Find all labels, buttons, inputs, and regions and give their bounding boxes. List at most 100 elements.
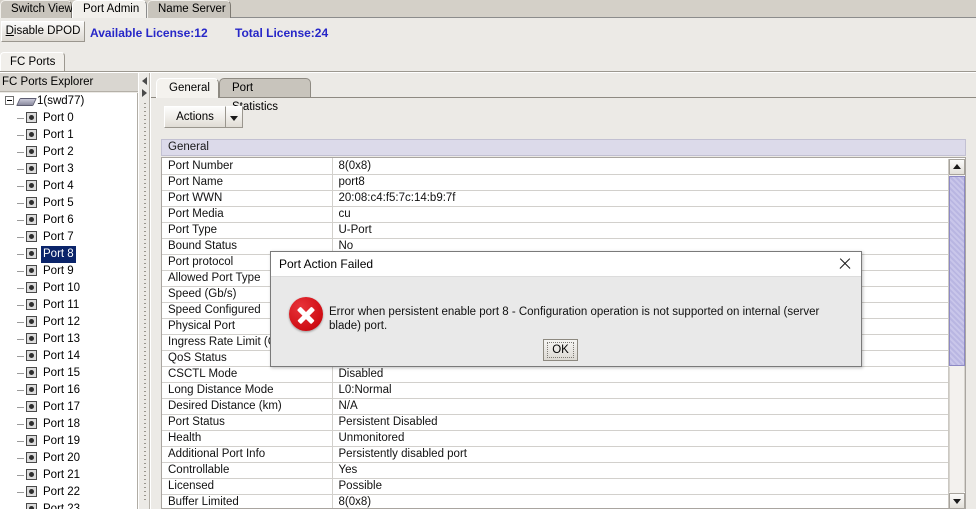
tree-item-label: Port 17: [43, 401, 81, 413]
table-row[interactable]: Port Number 8(0x8): [162, 158, 965, 175]
tree-item-port[interactable]: Port 15: [0, 365, 137, 382]
tree-item-port[interactable]: Port 13: [0, 331, 137, 348]
tab-switch-view[interactable]: Switch View: [0, 0, 73, 18]
tree-item-port[interactable]: Port 17: [0, 399, 137, 416]
port-action-failed-dialog: Port Action Failed Error when persistent…: [270, 251, 862, 367]
scrollbar-track[interactable]: [949, 367, 965, 492]
tab-general-label: General: [169, 82, 210, 94]
tab-name-server[interactable]: Name Server: [147, 0, 231, 18]
table-row[interactable]: Port Name port8: [162, 174, 965, 191]
tree-elbow: [17, 271, 24, 272]
tree-item-port[interactable]: Port 8: [0, 246, 137, 263]
table-row[interactable]: Health Unmonitored: [162, 430, 965, 447]
tree-item-label: Port 3: [43, 163, 74, 175]
scroll-down-arrow-icon[interactable]: [949, 493, 965, 508]
close-icon[interactable]: [837, 256, 853, 272]
actions-dropdown-chevron-down-icon[interactable]: [226, 106, 243, 128]
property-key: Port WWN: [162, 190, 333, 207]
disable-dpod-button[interactable]: Disable DPOD: [1, 21, 85, 42]
tree-item-port[interactable]: Port 0: [0, 110, 137, 127]
collapse-expander-icon[interactable]: [5, 96, 14, 106]
switch-icon: [18, 96, 34, 106]
property-key: Port Name: [162, 174, 333, 191]
total-license-label: Total License:24: [235, 26, 329, 40]
tree-elbow: [17, 237, 24, 238]
property-value: Unmonitored: [332, 430, 965, 447]
tree-item-port[interactable]: Port 21: [0, 467, 137, 484]
property-key: Buffer Limited: [162, 494, 333, 508]
property-value: Persistently disabled port: [332, 446, 965, 463]
pane-splitter[interactable]: [138, 73, 150, 509]
actions-button[interactable]: Actions: [164, 106, 226, 128]
tree-item-port[interactable]: Port 7: [0, 229, 137, 246]
tab-name-server-label: Name Server: [158, 3, 226, 15]
tree-root-node[interactable]: 1(swd77): [0, 93, 137, 110]
tree-item-port[interactable]: Port 9: [0, 263, 137, 280]
tree-item-port[interactable]: Port 10: [0, 280, 137, 297]
tree-item-port[interactable]: Port 12: [0, 314, 137, 331]
expand-right-arrow-icon[interactable]: [142, 89, 147, 97]
scrollbar-thumb[interactable]: [949, 176, 965, 366]
tree-item-port[interactable]: Port 20: [0, 450, 137, 467]
table-row[interactable]: Controllable Yes: [162, 462, 965, 479]
ok-button[interactable]: OK: [543, 339, 578, 361]
port-tree[interactable]: 1(swd77) Port 0 Port 1 Port 2 Port 3 Port 4P…: [0, 93, 138, 509]
property-value: cu: [332, 206, 965, 223]
general-section-label: General: [168, 141, 209, 153]
tree-elbow: [17, 441, 24, 442]
tree-item-port[interactable]: Port 6: [0, 212, 137, 229]
port-icon: [26, 367, 37, 379]
table-row[interactable]: Licensed Possible: [162, 478, 965, 495]
table-row[interactable]: Port Media cu: [162, 206, 965, 223]
tree-item-label: Port 16: [43, 384, 81, 396]
port-icon: [26, 316, 37, 328]
tab-general[interactable]: General: [156, 78, 219, 98]
collapse-left-arrow-icon[interactable]: [142, 77, 147, 85]
tab-fc-ports[interactable]: FC Ports: [0, 52, 66, 72]
explorer-header: FC Ports Explorer: [0, 73, 138, 92]
port-tree-items: Port 0 Port 1 Port 2 Port 3 Port 4 Port 5 Port…: [0, 110, 137, 509]
tree-item-port[interactable]: Port 23: [0, 501, 137, 509]
tree-item-label: Port 19: [43, 435, 81, 447]
tree-item-port[interactable]: Port 14: [0, 348, 137, 365]
tree-item-port[interactable]: Port 4: [0, 178, 137, 195]
tree-item-port[interactable]: Port 11: [0, 297, 137, 314]
scroll-up-arrow-icon[interactable]: [949, 159, 965, 175]
table-row[interactable]: Additional Port Info Persistently disable…: [162, 446, 965, 463]
table-vertical-scrollbar[interactable]: [948, 159, 965, 508]
dialog-title: Port Action Failed: [279, 257, 374, 271]
port-icon: [26, 248, 37, 260]
tab-port-statistics[interactable]: Port Statistics: [219, 78, 311, 113]
property-value: U-Port: [332, 222, 965, 239]
property-value: Disabled: [332, 366, 965, 383]
tree-elbow: [17, 492, 24, 493]
tree-item-port[interactable]: Port 16: [0, 382, 137, 399]
tree-item-port[interactable]: Port 2: [0, 144, 137, 161]
table-row[interactable]: CSCTL Mode Disabled: [162, 366, 965, 383]
tree-item-label: Port 5: [43, 197, 74, 209]
tree-item-port[interactable]: Port 18: [0, 416, 137, 433]
tab-port-admin[interactable]: Port Admin: [72, 0, 147, 18]
explorer-header-label: FC Ports Explorer: [2, 76, 94, 88]
port-icon: [26, 503, 37, 509]
property-key: Port Number: [162, 158, 333, 175]
tree-item-port[interactable]: Port 22: [0, 484, 137, 501]
port-icon: [26, 452, 37, 464]
table-row[interactable]: Port Type U-Port: [162, 222, 965, 239]
table-row[interactable]: Port Status Persistent Disabled: [162, 414, 965, 431]
table-row[interactable]: Port WWN 20:08:c4:f5:7c:14:b9:7f: [162, 190, 965, 207]
tree-elbow: [17, 169, 24, 170]
tree-item-label: Port 13: [43, 333, 81, 345]
table-row[interactable]: Long Distance Mode L0:Normal: [162, 382, 965, 399]
table-row[interactable]: Buffer Limited 8(0x8): [162, 494, 965, 508]
table-row[interactable]: Desired Distance (km) N/A: [162, 398, 965, 415]
tree-item-port[interactable]: Port 19: [0, 433, 137, 450]
tree-item-label: Port 23: [43, 503, 81, 509]
property-key: Port Media: [162, 206, 333, 223]
property-value: 20:08:c4:f5:7c:14:b9:7f: [332, 190, 965, 207]
tree-item-port[interactable]: Port 1: [0, 127, 137, 144]
tree-item-port[interactable]: Port 5: [0, 195, 137, 212]
tree-item-port[interactable]: Port 3: [0, 161, 137, 178]
port-icon: [26, 146, 37, 158]
tree-elbow: [17, 339, 24, 340]
